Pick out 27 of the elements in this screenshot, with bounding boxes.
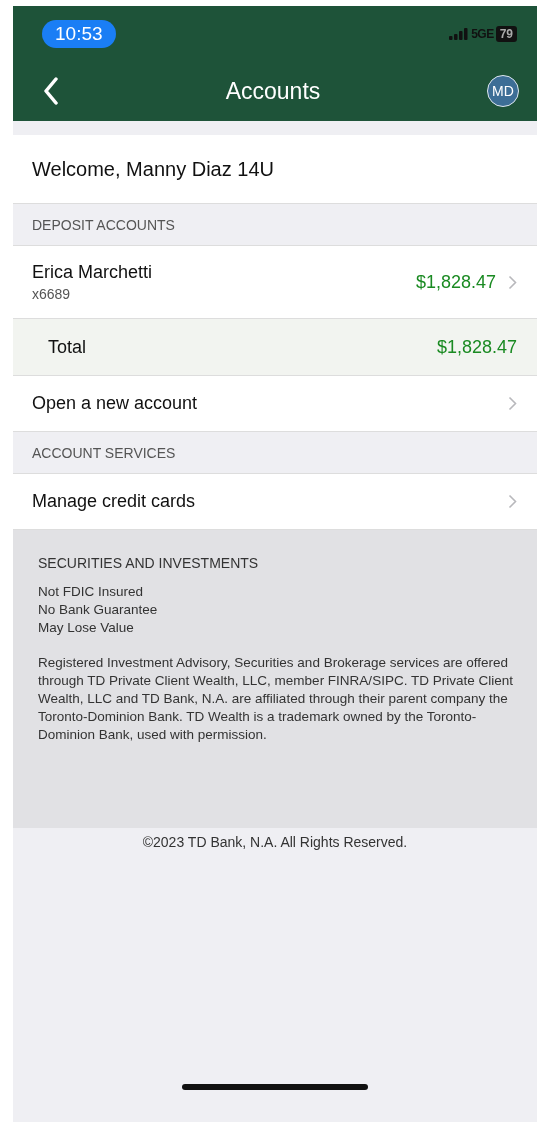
network-label: 5GE	[471, 26, 494, 41]
profile-avatar[interactable]: MD	[487, 75, 519, 107]
total-amount: $1,828.47	[436, 336, 517, 358]
copyright-text: ©2023 TD Bank, N.A. All Rights Reserved.	[142, 834, 408, 850]
page-title: Accounts	[225, 77, 321, 105]
chevron-icon	[508, 494, 517, 509]
menu-label: Open a new account	[32, 393, 198, 414]
menu-row[interactable]: Manage credit cards	[13, 474, 537, 530]
menu-label: Manage credit cards	[32, 491, 196, 512]
account-row[interactable]: Erica Marchetti x6689 $1,828.47	[13, 246, 537, 319]
disclaimer-text: Registered Investment Advisory, Securities and Brokerage services are offered through TD Private Client Wealth, LLC, member FINRA/SIPC. TD Private Client Wealth, LLC and TD Bank, N.A. are affiliated through their parent company the Toronto-Dominion Bank. TD Wealth is a trademark owned by the Toronto-Dominion Bank, used with permission.	[38, 654, 513, 744]
account-balance: $1,828.47	[415, 271, 496, 293]
signal-icon	[449, 27, 470, 40]
back-icon[interactable]	[43, 77, 59, 105]
account-number: x6689	[32, 286, 72, 302]
account-name: Erica Marchetti	[32, 262, 154, 283]
battery-level: 79	[495, 25, 517, 42]
total-label: Total	[48, 336, 87, 358]
disclosure-notice: Not FDIC Insured	[38, 583, 145, 601]
menu-row[interactable]: Open a new account	[13, 376, 537, 432]
chevron-icon	[508, 396, 517, 411]
disclosure-title: SECURITIES AND INVESTMENTS	[38, 555, 260, 571]
welcome-text: Welcome, Manny Diaz 14U	[13, 135, 537, 204]
chevron-icon	[508, 274, 517, 290]
disclosure-notice: No Bank Guarantee	[38, 601, 159, 619]
status-time: 10:53	[42, 19, 116, 48]
disclosure-notice: May Lose Value	[38, 619, 135, 637]
